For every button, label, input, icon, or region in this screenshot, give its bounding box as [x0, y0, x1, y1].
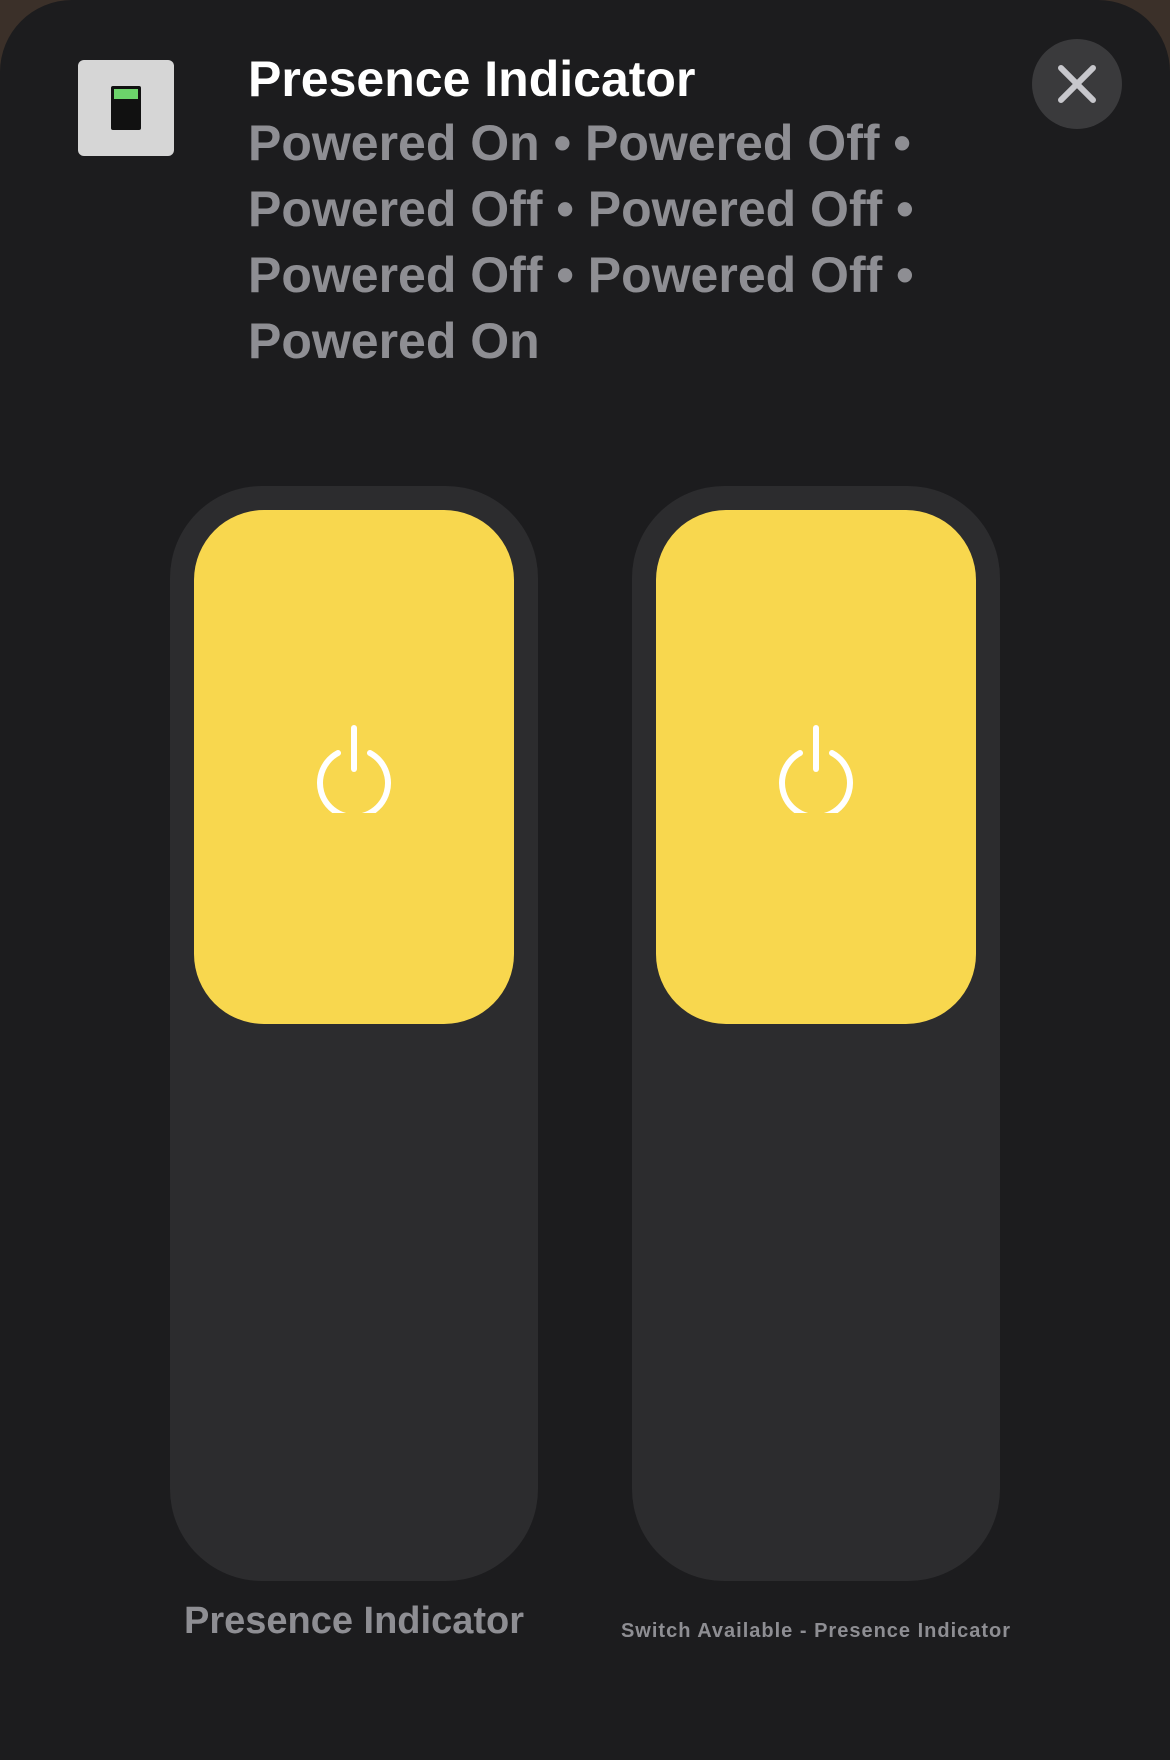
- power-tile-presence-indicator[interactable]: [170, 486, 538, 1581]
- light-switch-icon: [78, 60, 174, 156]
- tile-label-presence-indicator: Presence Indicator: [183, 1600, 525, 1642]
- power-tile-fill: [656, 510, 976, 1024]
- power-icon: [317, 725, 391, 813]
- accessory-sheet: Presence Indicator Powered On • Powered …: [0, 0, 1170, 1760]
- switch-indicator-led: [114, 89, 138, 99]
- power-icon: [779, 725, 853, 813]
- accessory-status: Powered On • Powered Off • Powered Off •…: [248, 115, 914, 369]
- accessory-title: Presence Indicator: [248, 51, 696, 107]
- close-icon: [1058, 65, 1096, 103]
- power-tile-fill: [194, 510, 514, 1024]
- close-button[interactable]: [1032, 39, 1122, 129]
- switch-body: [111, 86, 141, 130]
- tile-label-switch-available: Switch Available - Presence Indicator: [620, 1620, 1012, 1642]
- power-tile-switch-available[interactable]: [632, 486, 1000, 1581]
